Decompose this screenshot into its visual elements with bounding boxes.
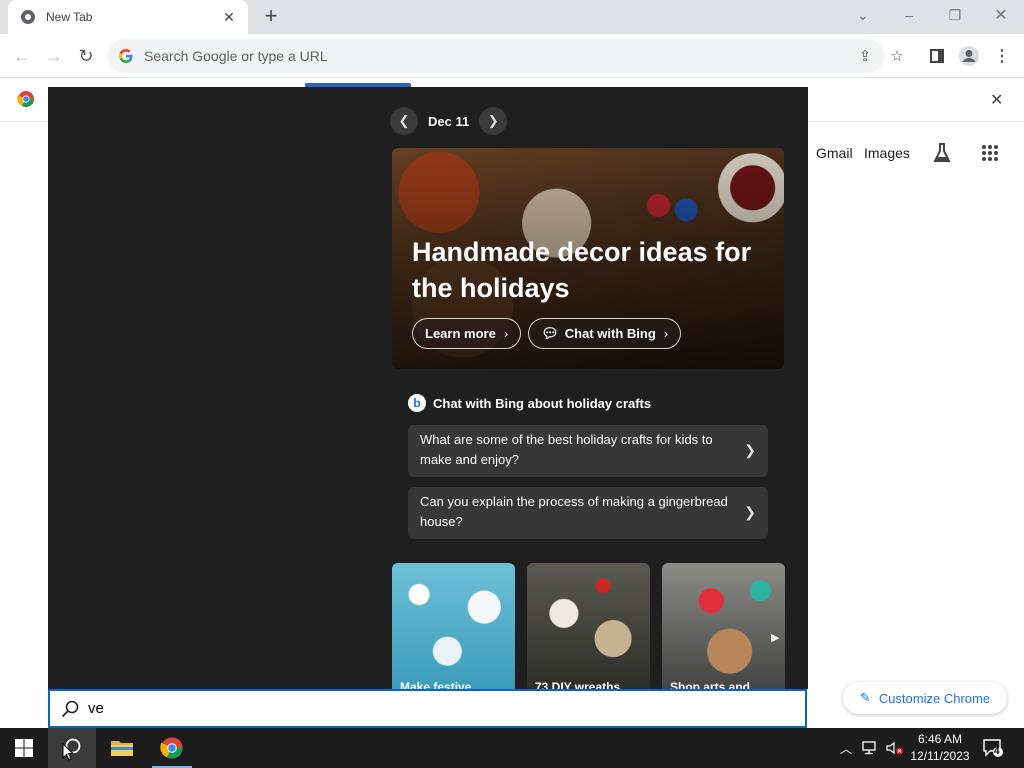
apps-grid-icon[interactable] <box>981 144 999 162</box>
customize-chrome-label: Customize Chrome <box>878 690 991 706</box>
ntp-bar-close-icon[interactable]: ✕ <box>990 90 1003 110</box>
story-card-1[interactable]: Make festive <box>392 563 515 689</box>
learn-more-button[interactable]: Learn more › <box>412 318 522 349</box>
next-day-button[interactable]: ❯ <box>479 107 508 135</box>
forward-button[interactable]: → <box>39 41 69 71</box>
date-label: Dec 11 <box>428 113 470 129</box>
folder-icon <box>111 741 133 756</box>
tab-new-tab[interactable]: New Tab ✕ <box>8 0 248 34</box>
search-input[interactable] <box>88 700 688 717</box>
bing-question-1[interactable]: What are some of the best holiday crafts… <box>408 425 768 477</box>
windows-logo-icon <box>15 739 33 757</box>
story-card-caption: Shop arts and <box>670 680 751 689</box>
chrome-logo-icon <box>17 91 34 107</box>
google-icon <box>119 49 133 63</box>
share-icon[interactable]: ⇪ <box>850 39 880 73</box>
minimize-button[interactable]: – <box>886 0 932 30</box>
carousel-next-icon[interactable]: ▶ <box>771 631 779 644</box>
notification-icon <box>983 739 1003 757</box>
windows-search-panel: ❮ Dec 11 ❯ Handmade decor ideas for the … <box>48 87 808 689</box>
close-window-button[interactable]: ✕ <box>978 0 1024 30</box>
search-icon <box>61 700 79 717</box>
customize-chrome-button[interactable]: ✎ Customize Chrome <box>843 682 1007 714</box>
reload-button[interactable]: ↻ <box>71 41 101 71</box>
volume-muted-icon[interactable] <box>884 728 906 768</box>
windows-taskbar: ︿ 6:46 AM 12/11/2023 4 <box>0 728 1024 768</box>
chrome-icon <box>21 10 35 24</box>
notification-center-button[interactable]: 4 <box>978 728 1008 768</box>
clock-time: 6:46 AM <box>917 732 963 746</box>
learn-more-label: Learn more <box>425 326 496 341</box>
pencil-icon: ✎ <box>859 690 871 705</box>
tab-close-icon[interactable]: ✕ <box>220 9 238 26</box>
chevron-right-icon: › <box>503 326 509 341</box>
chat-bubble-icon: 💬︎ <box>541 325 559 341</box>
notification-count: 4 <box>994 746 1000 757</box>
chat-with-bing-label: Chat with Bing <box>564 326 656 341</box>
tray-overflow-icon[interactable]: ︿ <box>836 728 856 768</box>
chrome-icon <box>160 737 183 759</box>
file-explorer-button[interactable] <box>98 728 146 768</box>
clock-date: 12/11/2023 <box>910 749 970 763</box>
network-icon[interactable] <box>860 728 882 768</box>
story-card-caption: 73 DIY wreaths <box>535 680 621 689</box>
tab-search-icon[interactable]: ⌄ <box>840 0 886 30</box>
new-tab-button[interactable]: + <box>258 4 284 30</box>
story-card-caption: Make festive <box>400 680 472 689</box>
browser-toolbar: ← → ↻ Search Google or type a URL ⇪ ☆ ⋮ <box>0 34 1024 78</box>
story-card-3[interactable]: Shop arts and <box>662 563 785 689</box>
labs-flask-icon[interactable] <box>932 142 952 164</box>
restore-button[interactable]: ❐ <box>932 0 978 30</box>
start-button[interactable] <box>0 728 48 768</box>
date-navigator: ❮ Dec 11 ❯ <box>390 107 508 135</box>
address-bar[interactable]: Search Google or type a URL ⇪ ☆ <box>108 39 904 73</box>
chat-with-bing-button[interactable]: 💬︎ Chat with Bing › <box>528 318 682 349</box>
hero-title: Handmade decor ideas for the holidays <box>412 237 752 303</box>
back-button[interactable]: ← <box>7 41 37 71</box>
story-card-2[interactable]: 73 DIY wreaths <box>527 563 650 689</box>
chrome-menu-icon[interactable]: ⋮ <box>987 41 1017 71</box>
taskbar-chrome-button[interactable] <box>148 728 196 768</box>
bing-heading-text: Chat with Bing about holiday crafts <box>433 395 652 411</box>
windows-search-box[interactable] <box>48 689 807 728</box>
images-link[interactable]: Images <box>864 145 910 161</box>
hero-card[interactable]: Handmade decor ideas for the holidays Le… <box>392 148 784 369</box>
bing-chat-heading: b Chat with Bing about holiday crafts <box>408 393 651 413</box>
side-panel-icon[interactable] <box>922 41 952 71</box>
tab-strip: New Tab ✕ + ⌄ – ❐ ✕ <box>0 0 1024 34</box>
previous-day-button[interactable]: ❮ <box>390 107 418 135</box>
ntp-header-links: Gmail Images <box>808 140 1024 170</box>
bing-question-2[interactable]: Can you explain the process of making a … <box>408 487 768 539</box>
taskbar-clock[interactable]: 6:46 AM 12/11/2023 <box>906 731 974 765</box>
gmail-link[interactable]: Gmail <box>816 145 853 161</box>
mouse-cursor-icon <box>62 743 74 761</box>
question-text: What are some of the best holiday crafts… <box>420 432 713 467</box>
tab-title: New Tab <box>46 10 93 24</box>
address-placeholder: Search Google or type a URL <box>144 48 328 64</box>
bing-icon: b <box>408 394 426 412</box>
chevron-right-icon: ❯ <box>744 504 756 520</box>
profile-avatar[interactable] <box>954 41 984 71</box>
chevron-right-icon: ❯ <box>744 442 756 458</box>
bookmark-star-icon[interactable]: ☆ <box>882 39 912 73</box>
chevron-right-icon: › <box>663 326 669 341</box>
question-text: Can you explain the process of making a … <box>420 494 728 529</box>
